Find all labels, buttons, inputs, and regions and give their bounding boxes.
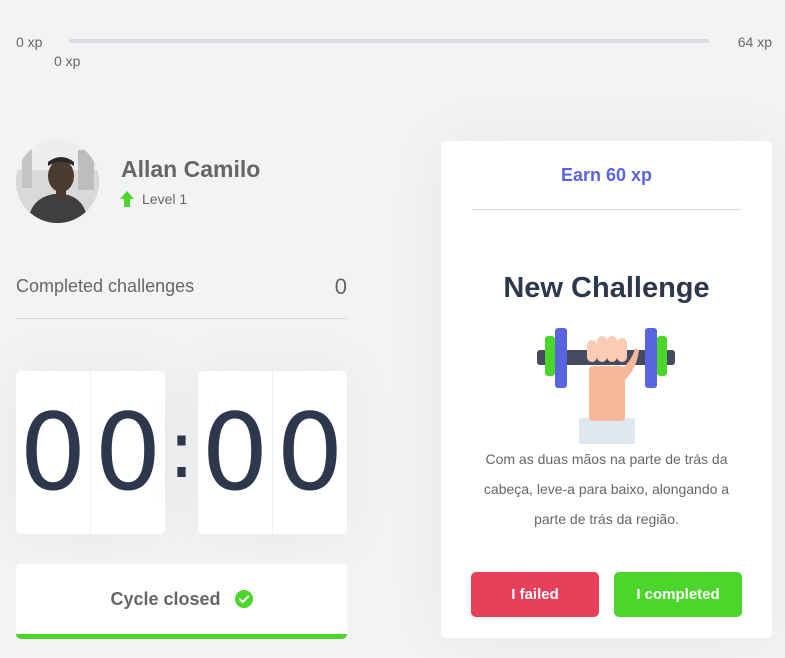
xp-progress-bar <box>69 39 709 43</box>
challenge-reward: Earn 60 xp <box>472 141 741 210</box>
check-circle-icon <box>234 590 253 608</box>
completed-challenges: Completed challenges 0 <box>16 274 347 319</box>
countdown-seconds: 0 0 <box>198 371 347 534</box>
user-level-label: Level 1 <box>142 191 188 207</box>
cycle-closed-label: Cycle closed <box>110 588 221 609</box>
completed-button[interactable]: I completed <box>614 572 742 617</box>
avatar <box>16 140 99 223</box>
user-name: Allan Camilo <box>121 156 261 182</box>
completed-challenges-label: Completed challenges <box>16 276 195 296</box>
challenge-title: New Challenge <box>503 272 710 304</box>
challenge-card: Earn 60 xp New Challenge Com as duas mão… <box>441 141 772 638</box>
user-level: Level 1 <box>120 191 187 207</box>
second-digit-left: 0 <box>201 390 269 514</box>
xp-start-label: 0 xp <box>16 34 43 50</box>
level-up-arrow-icon <box>120 191 134 207</box>
failed-button[interactable]: I failed <box>471 572 599 617</box>
minute-digit-left: 0 <box>19 390 87 514</box>
xp-end-label: 64 xp <box>737 34 772 50</box>
xp-current-label: 0 xp <box>54 53 81 69</box>
countdown-separator: : <box>168 403 195 496</box>
avatar-photo <box>16 140 99 223</box>
dumbbell-hand-icon <box>537 328 675 444</box>
challenge-description: Com as duas mãos na parte de trás da cab… <box>483 451 730 527</box>
completed-challenges-count: 0 <box>334 274 347 299</box>
second-digit-right: 0 <box>272 371 347 534</box>
minute-digit-right: 0 <box>90 371 165 534</box>
countdown-minutes: 0 0 <box>16 371 165 534</box>
cycle-closed-button[interactable]: Cycle closed <box>16 564 347 639</box>
